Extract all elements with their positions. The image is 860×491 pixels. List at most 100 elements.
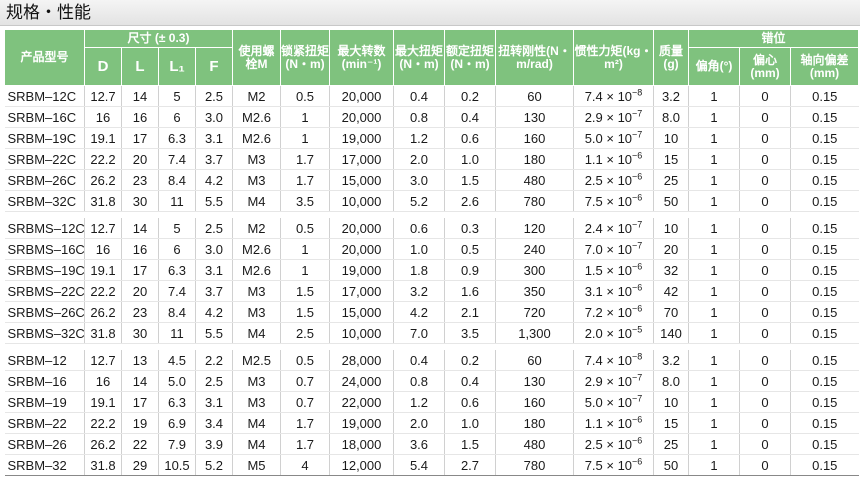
cell-mass: 10 bbox=[653, 218, 689, 239]
cell-torsional-stiffness: 780 bbox=[495, 190, 574, 212]
cell-inertia: 1.1 × 10−6 bbox=[573, 148, 654, 170]
inertia-exponent: −6 bbox=[632, 414, 643, 425]
inertia-mantissa: 7.2 bbox=[584, 304, 603, 320]
inertia-exponent: −6 bbox=[632, 171, 643, 182]
inertia-mantissa: 1.5 bbox=[584, 262, 603, 278]
cell-rated-torque: 0.5 bbox=[444, 238, 496, 260]
cell-axial: 0.15 bbox=[789, 148, 859, 170]
inertia-base: × 10 bbox=[602, 172, 633, 188]
cell-rated-torque: 0.4 bbox=[444, 370, 496, 392]
cell-l1: 6 bbox=[158, 238, 196, 260]
header-misalignment: 错位 bbox=[687, 29, 860, 48]
cell-eccentric: 0 bbox=[739, 412, 791, 434]
cell-l: 30 bbox=[121, 190, 159, 212]
cell-axial: 0.15 bbox=[789, 454, 859, 476]
table-row: SRBMS–32C 31.8 30 11 5.5 M4 2.5 10,000 7.0 3.5 1,3… bbox=[4, 322, 859, 344]
inertia-mantissa: 2.4 bbox=[584, 220, 603, 236]
cell-eccentric: 0 bbox=[739, 127, 791, 149]
header-model: 产品型号 bbox=[4, 29, 85, 86]
cell-f: 3.1 bbox=[195, 259, 233, 281]
cell-axial: 0.15 bbox=[789, 322, 859, 344]
cell-mass: 15 bbox=[653, 412, 689, 434]
cell-f: 3.7 bbox=[195, 148, 233, 170]
cell-l: 17 bbox=[121, 391, 159, 413]
cell-bolt: M2 bbox=[232, 218, 281, 239]
cell-angular: 1 bbox=[688, 370, 740, 392]
cell-l1: 8.4 bbox=[158, 169, 196, 191]
cell-eccentric: 0 bbox=[739, 301, 791, 323]
cell-max-speed: 19,000 bbox=[329, 127, 394, 149]
cell-mass: 50 bbox=[653, 454, 689, 476]
cell-mass: 140 bbox=[653, 322, 689, 344]
cell-d: 22.2 bbox=[84, 280, 122, 302]
cell-max-torque: 0.8 bbox=[393, 106, 445, 128]
cell-max-torque: 5.4 bbox=[393, 454, 445, 476]
table-body: SRBM–12C 12.7 14 5 2.5 M2 0.5 20,000 0.4 0.2 60 7.4… bbox=[4, 85, 859, 476]
cell-eccentric: 0 bbox=[739, 350, 791, 371]
cell-l1: 5.0 bbox=[158, 370, 196, 392]
cell-inertia: 1.5 × 10−6 bbox=[573, 259, 654, 281]
cell-eccentric: 0 bbox=[739, 433, 791, 455]
cell-torsional-stiffness: 160 bbox=[495, 391, 574, 413]
inertia-exponent: −7 bbox=[632, 372, 643, 383]
cell-angular: 1 bbox=[688, 169, 740, 191]
inertia-mantissa: 2.9 bbox=[584, 373, 603, 389]
cell-max-speed: 20,000 bbox=[329, 218, 394, 239]
cell-f: 3.1 bbox=[195, 127, 233, 149]
cell-model: SRBM–32C bbox=[4, 190, 85, 212]
cell-lock-torque: 1 bbox=[280, 238, 330, 260]
cell-torsional-stiffness: 160 bbox=[495, 127, 574, 149]
cell-f: 2.5 bbox=[195, 85, 233, 107]
cell-f: 4.2 bbox=[195, 169, 233, 191]
cell-l1: 6.9 bbox=[158, 412, 196, 434]
inertia-mantissa: 2.5 bbox=[584, 172, 603, 188]
header-axial: 轴向偏差(mm) bbox=[789, 47, 860, 86]
cell-bolt: M2.6 bbox=[232, 106, 281, 128]
cell-axial: 0.15 bbox=[789, 106, 859, 128]
cell-max-torque: 3.2 bbox=[393, 280, 445, 302]
cell-max-torque: 1.8 bbox=[393, 259, 445, 281]
cell-angular: 1 bbox=[688, 433, 740, 455]
inertia-exponent: −7 bbox=[632, 393, 643, 404]
cell-model: SRBM–26C bbox=[4, 169, 85, 191]
cell-model: SRBMS–22C bbox=[4, 280, 85, 302]
cell-inertia: 7.4 × 10−8 bbox=[573, 350, 654, 371]
cell-torsional-stiffness: 780 bbox=[495, 454, 574, 476]
cell-l1: 5 bbox=[158, 218, 196, 239]
table-row: SRBM–26C 26.2 23 8.4 4.2 M3 1.7 15,000 3.0 1.5 480… bbox=[4, 169, 859, 191]
page-title: 规格・性能 bbox=[0, 0, 860, 26]
table-row: SRBM–22C 22.2 20 7.4 3.7 M3 1.7 17,000 2.0 1.0 180… bbox=[4, 148, 859, 170]
cell-mass: 42 bbox=[653, 280, 689, 302]
cell-lock-torque: 0.5 bbox=[280, 218, 330, 239]
cell-model: SRBM–12 bbox=[4, 350, 85, 371]
cell-angular: 1 bbox=[688, 280, 740, 302]
cell-axial: 0.15 bbox=[789, 391, 859, 413]
cell-eccentric: 0 bbox=[739, 259, 791, 281]
cell-max-speed: 24,000 bbox=[329, 370, 394, 392]
cell-rated-torque: 1.5 bbox=[444, 169, 496, 191]
cell-eccentric: 0 bbox=[739, 370, 791, 392]
cell-l: 16 bbox=[121, 106, 159, 128]
cell-rated-torque: 0.3 bbox=[444, 218, 496, 239]
inertia-mantissa: 1.1 bbox=[584, 151, 603, 167]
cell-d: 26.2 bbox=[84, 169, 122, 191]
cell-l: 19 bbox=[121, 412, 159, 434]
inertia-base: × 10 bbox=[602, 193, 633, 209]
inertia-exponent: −8 bbox=[632, 351, 643, 362]
cell-angular: 1 bbox=[688, 301, 740, 323]
cell-max-speed: 22,000 bbox=[329, 391, 394, 413]
cell-mass: 25 bbox=[653, 169, 689, 191]
cell-model: SRBMS–19C bbox=[4, 259, 85, 281]
cell-inertia: 5.0 × 10−7 bbox=[573, 127, 654, 149]
cell-max-speed: 20,000 bbox=[329, 85, 394, 107]
cell-torsional-stiffness: 180 bbox=[495, 148, 574, 170]
cell-max-torque: 3.6 bbox=[393, 433, 445, 455]
cell-d: 16 bbox=[84, 106, 122, 128]
inertia-mantissa: 2.0 bbox=[584, 325, 603, 341]
inertia-mantissa: 7.5 bbox=[584, 457, 603, 473]
inertia-base: × 10 bbox=[602, 373, 633, 389]
cell-eccentric: 0 bbox=[739, 238, 791, 260]
cell-inertia: 7.4 × 10−8 bbox=[573, 85, 654, 107]
cell-lock-torque: 0.7 bbox=[280, 391, 330, 413]
cell-rated-torque: 2.7 bbox=[444, 454, 496, 476]
